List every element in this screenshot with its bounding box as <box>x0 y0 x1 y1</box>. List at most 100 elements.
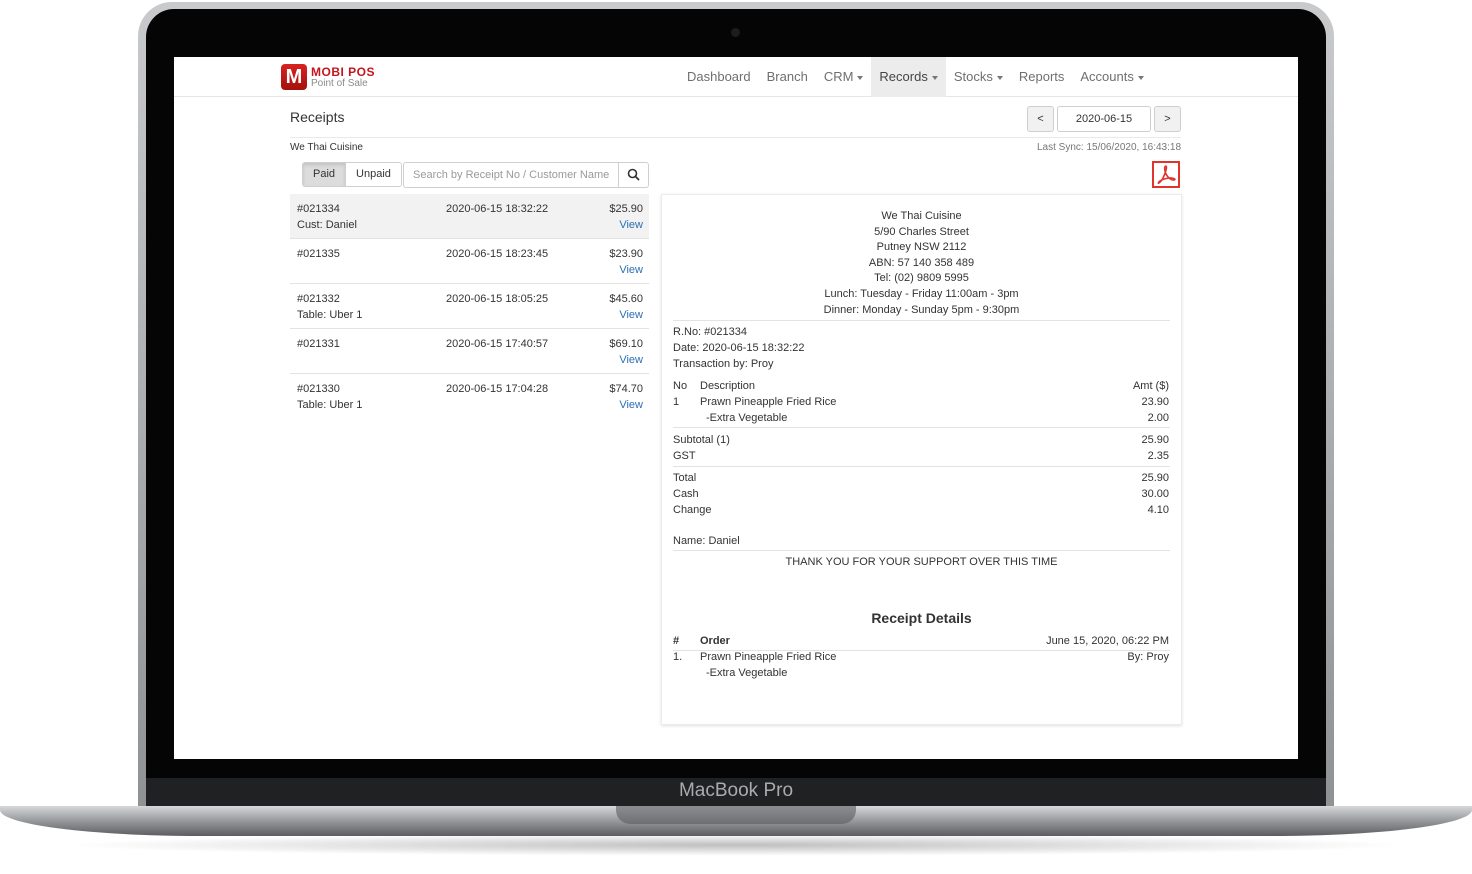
lunch-hours: Lunch: Tuesday - Friday 11:00am - 3pm <box>824 287 1019 300</box>
view-link[interactable]: View <box>619 354 643 366</box>
thank-you-message: THANK YOU FOR YOUR SUPPORT OVER THIS TIM… <box>785 556 1058 568</box>
caret-down-icon <box>857 75 864 80</box>
nav-branch[interactable]: Branch <box>759 57 816 97</box>
receipt-row[interactable]: #021335 2020-06-15 18:23:45 $23.90 View <box>290 239 649 284</box>
receipt-datetime: 2020-06-15 18:23:45 <box>446 248 549 260</box>
date-field[interactable]: 2020-06-15 <box>1057 106 1151 132</box>
item-description: Prawn Pineapple Fried Rice <box>700 396 837 408</box>
receipt-number: #021330 <box>297 383 340 395</box>
nav-stocks-label: Stocks <box>953 69 993 84</box>
logo-mark-icon: M <box>281 64 307 90</box>
view-link[interactable]: View <box>619 309 643 321</box>
store-phone: Tel: (02) 9809 5995 <box>874 272 969 285</box>
receipt-details-title: Receipt Details <box>871 610 972 626</box>
pdf-export-button[interactable] <box>1152 161 1180 188</box>
modifier-description: -Extra Vegetable <box>706 412 788 424</box>
order-line-item: Prawn Pineapple Fried Rice <box>700 651 837 663</box>
receipt-amount: $69.10 <box>609 338 643 350</box>
caret-down-icon <box>931 75 938 80</box>
search-button[interactable] <box>618 162 649 188</box>
order-time: June 15, 2020, 06:22 PM <box>1046 635 1169 647</box>
store-name: We Thai Cuisine <box>881 210 962 222</box>
divider <box>673 466 1170 467</box>
view-link[interactable]: View <box>619 264 643 276</box>
brand-logo[interactable]: M MOBI POS Point of Sale <box>281 64 381 90</box>
paid-filter-toggle: Paid Unpaid <box>302 162 402 187</box>
brand-name: MOBI POS <box>311 65 376 79</box>
item-amount: 23.90 <box>1141 396 1169 408</box>
receipt-datetime: 2020-06-15 17:40:57 <box>446 338 549 350</box>
search-input[interactable] <box>403 162 619 188</box>
paid-button[interactable]: Paid <box>303 163 346 186</box>
receipt-datetime: 2020-06-15 18:32:22 <box>446 203 549 215</box>
nav-reports[interactable]: Reports <box>1011 57 1073 97</box>
total-label: Total <box>673 472 697 484</box>
total-value: 25.90 <box>1141 472 1169 484</box>
receipt-number: #021334 <box>297 203 340 215</box>
order-line-staff: By: Proy <box>1127 651 1169 663</box>
next-date-button[interactable]: > <box>1154 106 1181 132</box>
receipt-number-line: R.No: #021334 <box>673 326 747 338</box>
change-label: Change <box>673 504 712 516</box>
receipt-header: We Thai Cuisine 5/90 Charles Street Putn… <box>662 209 1181 318</box>
laptop-notch <box>616 806 856 824</box>
nav-accounts[interactable]: Accounts <box>1072 57 1151 97</box>
store-abn: ABN: 57 140 358 489 <box>868 256 975 269</box>
col-description-header: Description <box>700 380 756 392</box>
branch-name: We Thai Cuisine <box>290 142 363 153</box>
store-address-line1: 5/90 Charles Street <box>874 225 969 238</box>
nav-branch-label: Branch <box>766 69 808 84</box>
customer-name: Name: Daniel <box>673 535 740 547</box>
order-line-number: 1. <box>673 651 683 663</box>
receipt-amount: $23.90 <box>609 248 643 260</box>
receipt-row[interactable]: #021334 Cust: Daniel 2020-06-15 18:32:22… <box>290 194 649 239</box>
cash-value: 30.00 <box>1141 488 1169 500</box>
nav-dashboard-label: Dashboard <box>687 69 751 84</box>
main-nav: Dashboard Branch CRM Records Stocks Repo… <box>679 57 1152 97</box>
brand-tagline: Point of Sale <box>311 78 368 89</box>
details-col-hash: # <box>673 635 680 647</box>
view-link[interactable]: View <box>619 399 643 411</box>
item-number: 1 <box>673 396 680 408</box>
receipt-row[interactable]: #021331 2020-06-15 17:40:57 $69.10 View <box>290 329 649 374</box>
receipt-customer: Cust: Daniel <box>297 219 357 231</box>
receipt-list: #021334 Cust: Daniel 2020-06-15 18:32:22… <box>290 194 649 419</box>
receipt-date-line: Date: 2020-06-15 18:32:22 <box>673 342 805 354</box>
receipt-preview: We Thai Cuisine 5/90 Charles Street Putn… <box>661 194 1182 725</box>
store-address-line2: Putney NSW 2112 <box>876 241 967 254</box>
receipt-row[interactable]: #021330 Table: Uber 1 2020-06-15 17:04:2… <box>290 374 649 419</box>
change-value: 4.10 <box>1147 504 1169 516</box>
caret-down-icon <box>996 75 1003 80</box>
caret-down-icon <box>1137 75 1144 80</box>
order-line-modifier: -Extra Vegetable <box>706 667 788 679</box>
gst-value: 2.35 <box>1147 450 1169 462</box>
view-link[interactable]: View <box>619 219 643 231</box>
receipt-number: #021332 <box>297 293 340 305</box>
nav-dashboard[interactable]: Dashboard <box>679 57 759 97</box>
nav-crm[interactable]: CRM <box>816 57 872 97</box>
dinner-hours: Dinner: Monday - Sunday 5pm - 9:30pm <box>823 303 1020 316</box>
page-title: Receipts <box>290 109 345 125</box>
nav-accounts-label: Accounts <box>1080 69 1134 84</box>
laptop-shadow <box>60 834 1412 856</box>
receipt-row[interactable]: #021332 Table: Uber 1 2020-06-15 18:05:2… <box>290 284 649 329</box>
divider <box>673 550 1170 551</box>
receipt-datetime: 2020-06-15 18:05:25 <box>446 293 549 305</box>
receipt-datetime: 2020-06-15 17:04:28 <box>446 383 549 395</box>
prev-date-button[interactable]: < <box>1027 106 1054 132</box>
receipt-number: #021335 <box>297 248 340 260</box>
receipt-amount: $45.60 <box>609 293 643 305</box>
divider <box>673 427 1170 428</box>
nav-records-label: Records <box>879 69 928 84</box>
receipt-amount: $25.90 <box>609 203 643 215</box>
unpaid-button[interactable]: Unpaid <box>345 163 401 186</box>
app-screen: M MOBI POS Point of Sale Dashboard Branc… <box>174 57 1298 759</box>
col-amount-header: Amt ($) <box>1132 380 1169 392</box>
nav-stocks[interactable]: Stocks <box>946 57 1011 97</box>
subtotal-value: 25.90 <box>1141 434 1169 446</box>
modifier-amount: 2.00 <box>1147 412 1169 424</box>
title-divider <box>290 137 1181 138</box>
nav-records[interactable]: Records <box>871 57 946 97</box>
divider <box>673 320 1170 321</box>
top-navbar: M MOBI POS Point of Sale Dashboard Branc… <box>174 57 1298 97</box>
